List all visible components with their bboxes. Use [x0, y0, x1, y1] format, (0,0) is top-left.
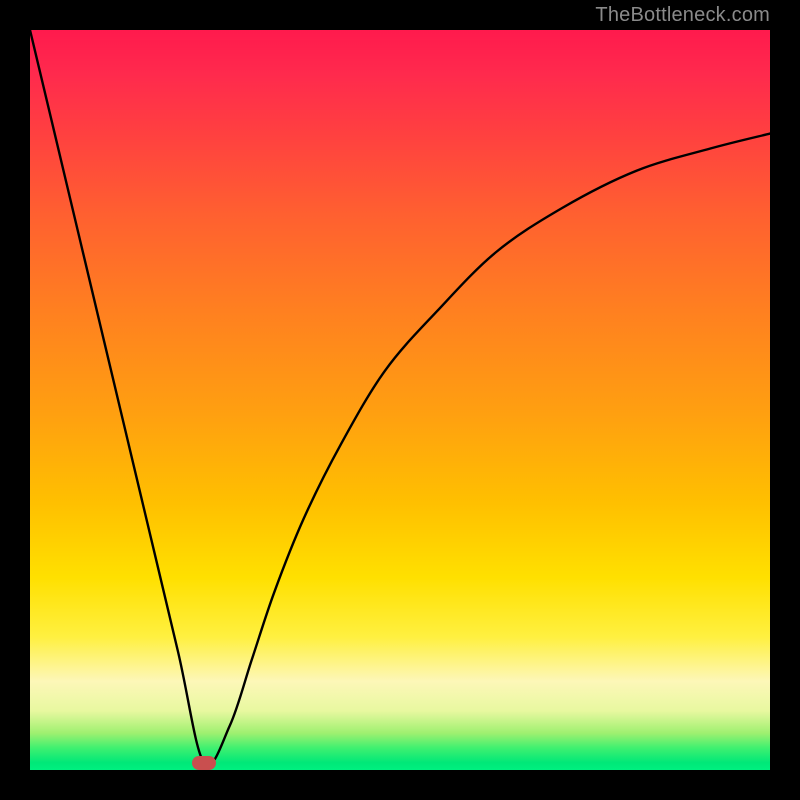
bottleneck-curve — [30, 30, 770, 770]
min-marker — [192, 756, 216, 770]
curve-path — [30, 30, 770, 765]
plot-area — [30, 30, 770, 770]
chart-frame: TheBottleneck.com — [0, 0, 800, 800]
watermark-text: TheBottleneck.com — [595, 4, 770, 27]
